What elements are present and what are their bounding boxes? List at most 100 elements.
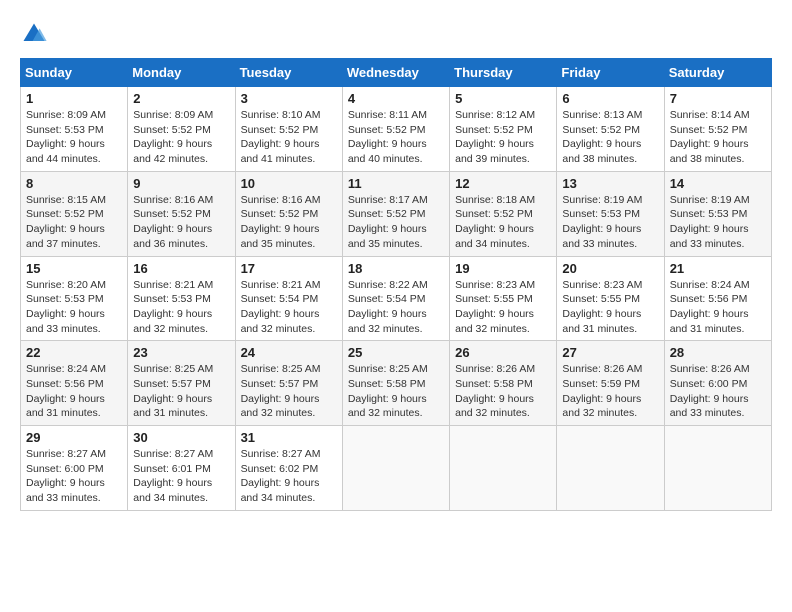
day-number: 19 [455,261,551,276]
sunrise-label: Sunrise: 8:25 AM [133,363,213,375]
calendar-cell: 18 Sunrise: 8:22 AM Sunset: 5:54 PM Dayl… [342,256,449,341]
daylight-label: Daylight: 9 hours and 35 minutes. [241,223,320,250]
daylight-label: Daylight: 9 hours and 32 minutes. [241,393,320,420]
sunset-label: Sunset: 5:52 PM [348,208,426,220]
daylight-label: Daylight: 9 hours and 31 minutes. [670,308,749,335]
daylight-label: Daylight: 9 hours and 33 minutes. [26,308,105,335]
calendar-cell [342,426,449,511]
sunrise-label: Sunrise: 8:21 AM [241,279,321,291]
daylight-label: Daylight: 9 hours and 33 minutes. [562,223,641,250]
day-info: Sunrise: 8:15 AM Sunset: 5:52 PM Dayligh… [26,193,122,252]
sunset-label: Sunset: 5:52 PM [133,124,211,136]
day-info: Sunrise: 8:24 AM Sunset: 5:56 PM Dayligh… [670,278,766,337]
sunset-label: Sunset: 5:56 PM [26,378,104,390]
calendar-cell: 22 Sunrise: 8:24 AM Sunset: 5:56 PM Dayl… [21,341,128,426]
sunrise-label: Sunrise: 8:13 AM [562,109,642,121]
calendar-cell: 28 Sunrise: 8:26 AM Sunset: 6:00 PM Dayl… [664,341,771,426]
daylight-label: Daylight: 9 hours and 32 minutes. [348,308,427,335]
calendar-week: 22 Sunrise: 8:24 AM Sunset: 5:56 PM Dayl… [21,341,772,426]
sunset-label: Sunset: 5:54 PM [348,293,426,305]
calendar-cell: 2 Sunrise: 8:09 AM Sunset: 5:52 PM Dayli… [128,87,235,172]
calendar-week: 1 Sunrise: 8:09 AM Sunset: 5:53 PM Dayli… [21,87,772,172]
daylight-label: Daylight: 9 hours and 32 minutes. [562,393,641,420]
daylight-label: Daylight: 9 hours and 33 minutes. [670,393,749,420]
day-number: 4 [348,91,444,106]
daylight-label: Daylight: 9 hours and 32 minutes. [455,393,534,420]
daylight-label: Daylight: 9 hours and 37 minutes. [26,223,105,250]
logo [20,20,52,48]
calendar-cell: 29 Sunrise: 8:27 AM Sunset: 6:00 PM Dayl… [21,426,128,511]
day-header: Sunday [21,59,128,87]
day-number: 23 [133,345,229,360]
sunrise-label: Sunrise: 8:24 AM [670,279,750,291]
sunset-label: Sunset: 5:58 PM [455,378,533,390]
day-number: 25 [348,345,444,360]
day-info: Sunrise: 8:22 AM Sunset: 5:54 PM Dayligh… [348,278,444,337]
day-number: 6 [562,91,658,106]
sunrise-label: Sunrise: 8:18 AM [455,194,535,206]
day-number: 28 [670,345,766,360]
day-info: Sunrise: 8:16 AM Sunset: 5:52 PM Dayligh… [241,193,337,252]
day-number: 21 [670,261,766,276]
sunrise-label: Sunrise: 8:11 AM [348,109,427,121]
day-number: 15 [26,261,122,276]
calendar: SundayMondayTuesdayWednesdayThursdayFrid… [20,58,772,511]
sunrise-label: Sunrise: 8:27 AM [241,448,321,460]
day-info: Sunrise: 8:09 AM Sunset: 5:52 PM Dayligh… [133,108,229,167]
calendar-cell: 19 Sunrise: 8:23 AM Sunset: 5:55 PM Dayl… [450,256,557,341]
day-number: 16 [133,261,229,276]
sunset-label: Sunset: 5:52 PM [241,124,319,136]
sunset-label: Sunset: 6:00 PM [670,378,748,390]
day-number: 22 [26,345,122,360]
calendar-cell: 26 Sunrise: 8:26 AM Sunset: 5:58 PM Dayl… [450,341,557,426]
calendar-cell: 30 Sunrise: 8:27 AM Sunset: 6:01 PM Dayl… [128,426,235,511]
day-number: 14 [670,176,766,191]
day-number: 30 [133,430,229,445]
calendar-cell: 11 Sunrise: 8:17 AM Sunset: 5:52 PM Dayl… [342,171,449,256]
day-info: Sunrise: 8:17 AM Sunset: 5:52 PM Dayligh… [348,193,444,252]
daylight-label: Daylight: 9 hours and 39 minutes. [455,138,534,165]
day-info: Sunrise: 8:27 AM Sunset: 6:02 PM Dayligh… [241,447,337,506]
day-number: 11 [348,176,444,191]
sunrise-label: Sunrise: 8:26 AM [455,363,535,375]
day-number: 27 [562,345,658,360]
sunset-label: Sunset: 5:55 PM [562,293,640,305]
day-info: Sunrise: 8:25 AM Sunset: 5:57 PM Dayligh… [133,362,229,421]
sunset-label: Sunset: 5:52 PM [348,124,426,136]
day-info: Sunrise: 8:10 AM Sunset: 5:52 PM Dayligh… [241,108,337,167]
daylight-label: Daylight: 9 hours and 40 minutes. [348,138,427,165]
page-header [20,20,772,48]
daylight-label: Daylight: 9 hours and 34 minutes. [241,477,320,504]
calendar-cell: 17 Sunrise: 8:21 AM Sunset: 5:54 PM Dayl… [235,256,342,341]
sunrise-label: Sunrise: 8:14 AM [670,109,750,121]
sunset-label: Sunset: 5:53 PM [670,208,748,220]
calendar-cell: 13 Sunrise: 8:19 AM Sunset: 5:53 PM Dayl… [557,171,664,256]
sunset-label: Sunset: 5:52 PM [133,208,211,220]
day-info: Sunrise: 8:14 AM Sunset: 5:52 PM Dayligh… [670,108,766,167]
sunrise-label: Sunrise: 8:24 AM [26,363,106,375]
daylight-label: Daylight: 9 hours and 38 minutes. [670,138,749,165]
calendar-cell: 24 Sunrise: 8:25 AM Sunset: 5:57 PM Dayl… [235,341,342,426]
day-header: Wednesday [342,59,449,87]
day-number: 3 [241,91,337,106]
calendar-week: 15 Sunrise: 8:20 AM Sunset: 5:53 PM Dayl… [21,256,772,341]
sunrise-label: Sunrise: 8:12 AM [455,109,535,121]
calendar-cell: 12 Sunrise: 8:18 AM Sunset: 5:52 PM Dayl… [450,171,557,256]
day-header: Thursday [450,59,557,87]
calendar-cell: 5 Sunrise: 8:12 AM Sunset: 5:52 PM Dayli… [450,87,557,172]
sunrise-label: Sunrise: 8:20 AM [26,279,106,291]
calendar-cell: 10 Sunrise: 8:16 AM Sunset: 5:52 PM Dayl… [235,171,342,256]
sunset-label: Sunset: 5:53 PM [26,124,104,136]
day-info: Sunrise: 8:11 AM Sunset: 5:52 PM Dayligh… [348,108,444,167]
calendar-cell: 25 Sunrise: 8:25 AM Sunset: 5:58 PM Dayl… [342,341,449,426]
sunrise-label: Sunrise: 8:26 AM [670,363,750,375]
calendar-cell: 6 Sunrise: 8:13 AM Sunset: 5:52 PM Dayli… [557,87,664,172]
day-info: Sunrise: 8:25 AM Sunset: 5:57 PM Dayligh… [241,362,337,421]
day-header: Monday [128,59,235,87]
logo-icon [20,20,48,48]
sunrise-label: Sunrise: 8:10 AM [241,109,321,121]
calendar-cell: 8 Sunrise: 8:15 AM Sunset: 5:52 PM Dayli… [21,171,128,256]
calendar-cell: 14 Sunrise: 8:19 AM Sunset: 5:53 PM Dayl… [664,171,771,256]
daylight-label: Daylight: 9 hours and 44 minutes. [26,138,105,165]
daylight-label: Daylight: 9 hours and 33 minutes. [26,477,105,504]
